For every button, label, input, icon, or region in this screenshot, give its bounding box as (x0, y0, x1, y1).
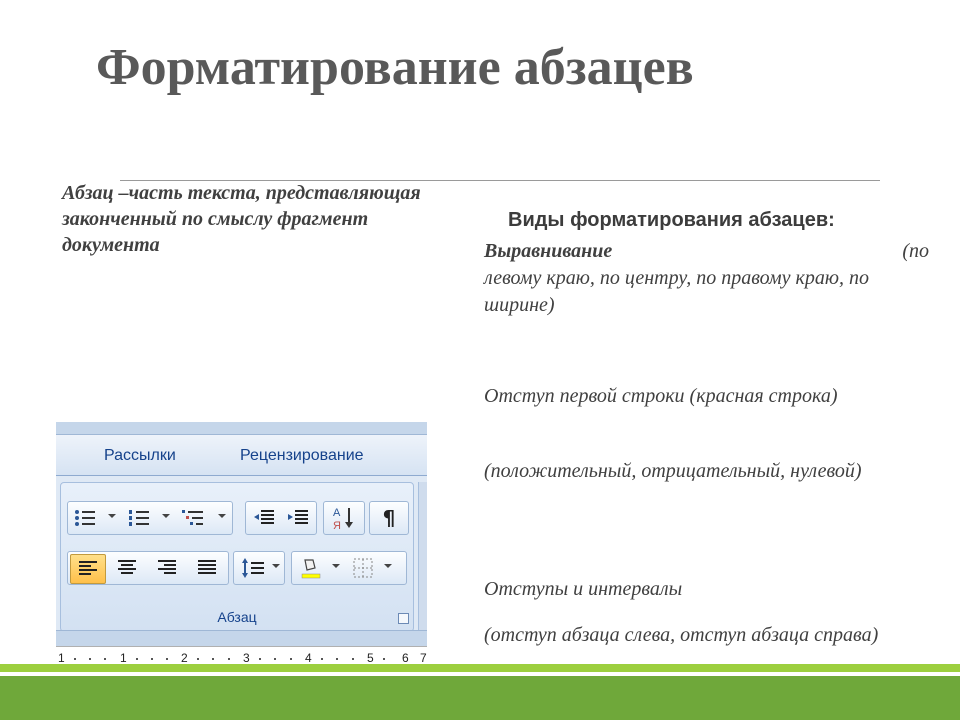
bullets-icon (75, 510, 95, 526)
show-formatting-marks-button[interactable]: ¶ (372, 504, 406, 532)
indent-buttons-group (245, 501, 317, 535)
sort-icon: А Я (333, 507, 353, 531)
ruler-number: 1 (58, 651, 65, 665)
shading-borders-group (291, 551, 407, 585)
line-spacing-icon (242, 558, 264, 578)
shading-icon (301, 559, 321, 579)
borders-icon (353, 558, 373, 578)
align-left-icon (79, 561, 97, 575)
first-line-indent-term: Отступ первой строки (красная строка) (484, 385, 838, 407)
borders-button[interactable] (348, 554, 378, 582)
ruler-tick (259, 658, 261, 660)
decrease-indent-icon (254, 510, 274, 524)
indents-spacing-description: (отступ абзаца слева, отступ абзаца спра… (484, 624, 879, 646)
align-center-icon (118, 560, 136, 574)
tab-mailings[interactable]: Рассылки (104, 447, 176, 465)
ruler-tick (212, 658, 214, 660)
decorative-green-stripe (0, 664, 960, 672)
numbering-button[interactable] (124, 504, 154, 532)
formatting-types-heading: Виды форматирования абзацев: (508, 209, 835, 231)
alignment-term: Выравнивание (484, 240, 613, 262)
borders-dropdown-arrow[interactable] (384, 564, 392, 568)
alignment-item: Выравнивание (по левому краю, по центру,… (484, 238, 929, 319)
ruler-number: 7 (420, 651, 427, 665)
decorative-green-footer (0, 676, 960, 720)
bullets-dropdown-arrow[interactable] (108, 514, 116, 518)
ruler-tick (336, 658, 338, 660)
ruler-tick (321, 658, 323, 660)
align-right-button[interactable] (150, 554, 184, 582)
ruler-tick (166, 658, 168, 660)
paragraph-definition: Абзац –часть текста, представляющая зако… (62, 182, 421, 256)
align-right-icon (158, 560, 176, 574)
dialog-launcher-icon[interactable] (398, 613, 409, 624)
increase-indent-icon (288, 510, 308, 524)
ruler-tick (197, 658, 199, 660)
numbering-dropdown-arrow[interactable] (162, 514, 170, 518)
multilevel-dropdown-arrow[interactable] (218, 514, 226, 518)
multilevel-list-button[interactable] (176, 504, 210, 532)
show-marks-group: ¶ (369, 501, 409, 535)
ruler-number: 3 (243, 651, 250, 665)
sort-button[interactable]: А Я (326, 504, 362, 532)
multilevel-list-icon (182, 510, 203, 525)
bullets-button[interactable] (70, 504, 100, 532)
first-line-indent-description: (положительный, отрицательный, нулевой) (484, 460, 862, 482)
ruler-tick (290, 658, 292, 660)
ruler-tick (274, 658, 276, 660)
align-left-button[interactable] (70, 554, 106, 584)
alignment-paren: (по (902, 240, 929, 262)
justify-button[interactable] (190, 554, 224, 582)
svg-text:А: А (333, 507, 341, 519)
ruler-tick (228, 658, 230, 660)
increase-indent-button[interactable] (282, 504, 314, 532)
ruler-tick (104, 658, 106, 660)
slide-title: Форматирование абзацев (96, 39, 694, 96)
paragraph-group: А Я ¶ Абзац (60, 482, 414, 632)
next-group-edge (418, 482, 427, 632)
line-spacing-dropdown-arrow[interactable] (272, 564, 280, 568)
ruler-tick (352, 658, 354, 660)
align-center-button[interactable] (110, 554, 144, 582)
svg-text:Я: Я (333, 520, 341, 531)
paragraph-group-label: Абзац (217, 609, 257, 625)
pilcrow-icon: ¶ (382, 506, 396, 530)
ruler-tick (136, 658, 138, 660)
ruler-number: 4 (305, 651, 312, 665)
word-ribbon-screenshot: Рассылки Рецензирование А Я ¶ Абзац 1 1 … (56, 422, 427, 674)
alignment-description: левому краю, по центру, по правому краю,… (484, 267, 869, 316)
tab-review[interactable]: Рецензирование (240, 447, 364, 465)
ruler-tick (151, 658, 153, 660)
ruler-tick (383, 658, 385, 660)
ribbon-bottom-strip (56, 630, 427, 647)
ruler-tick (89, 658, 91, 660)
ruler-number: 1 (120, 651, 127, 665)
shading-button[interactable] (294, 554, 328, 582)
ribbon-title-strip (56, 422, 427, 435)
alignment-buttons-group (67, 551, 229, 585)
ribbon-tab-bar: Рассылки Рецензирование (56, 435, 427, 476)
sort-group: А Я (323, 501, 365, 535)
justify-icon (198, 560, 216, 574)
ruler-number: 6 (402, 651, 409, 665)
shading-dropdown-arrow[interactable] (332, 564, 340, 568)
indents-spacing-term: Отступы и интервалы (484, 578, 683, 600)
list-buttons-group (67, 501, 233, 535)
line-spacing-group (233, 551, 285, 585)
numbering-icon (129, 510, 149, 526)
ruler-tick (74, 658, 76, 660)
decrease-indent-button[interactable] (248, 504, 280, 532)
ruler-number: 2 (181, 651, 188, 665)
ruler-number: 5 (367, 651, 374, 665)
line-spacing-button[interactable] (236, 554, 270, 582)
